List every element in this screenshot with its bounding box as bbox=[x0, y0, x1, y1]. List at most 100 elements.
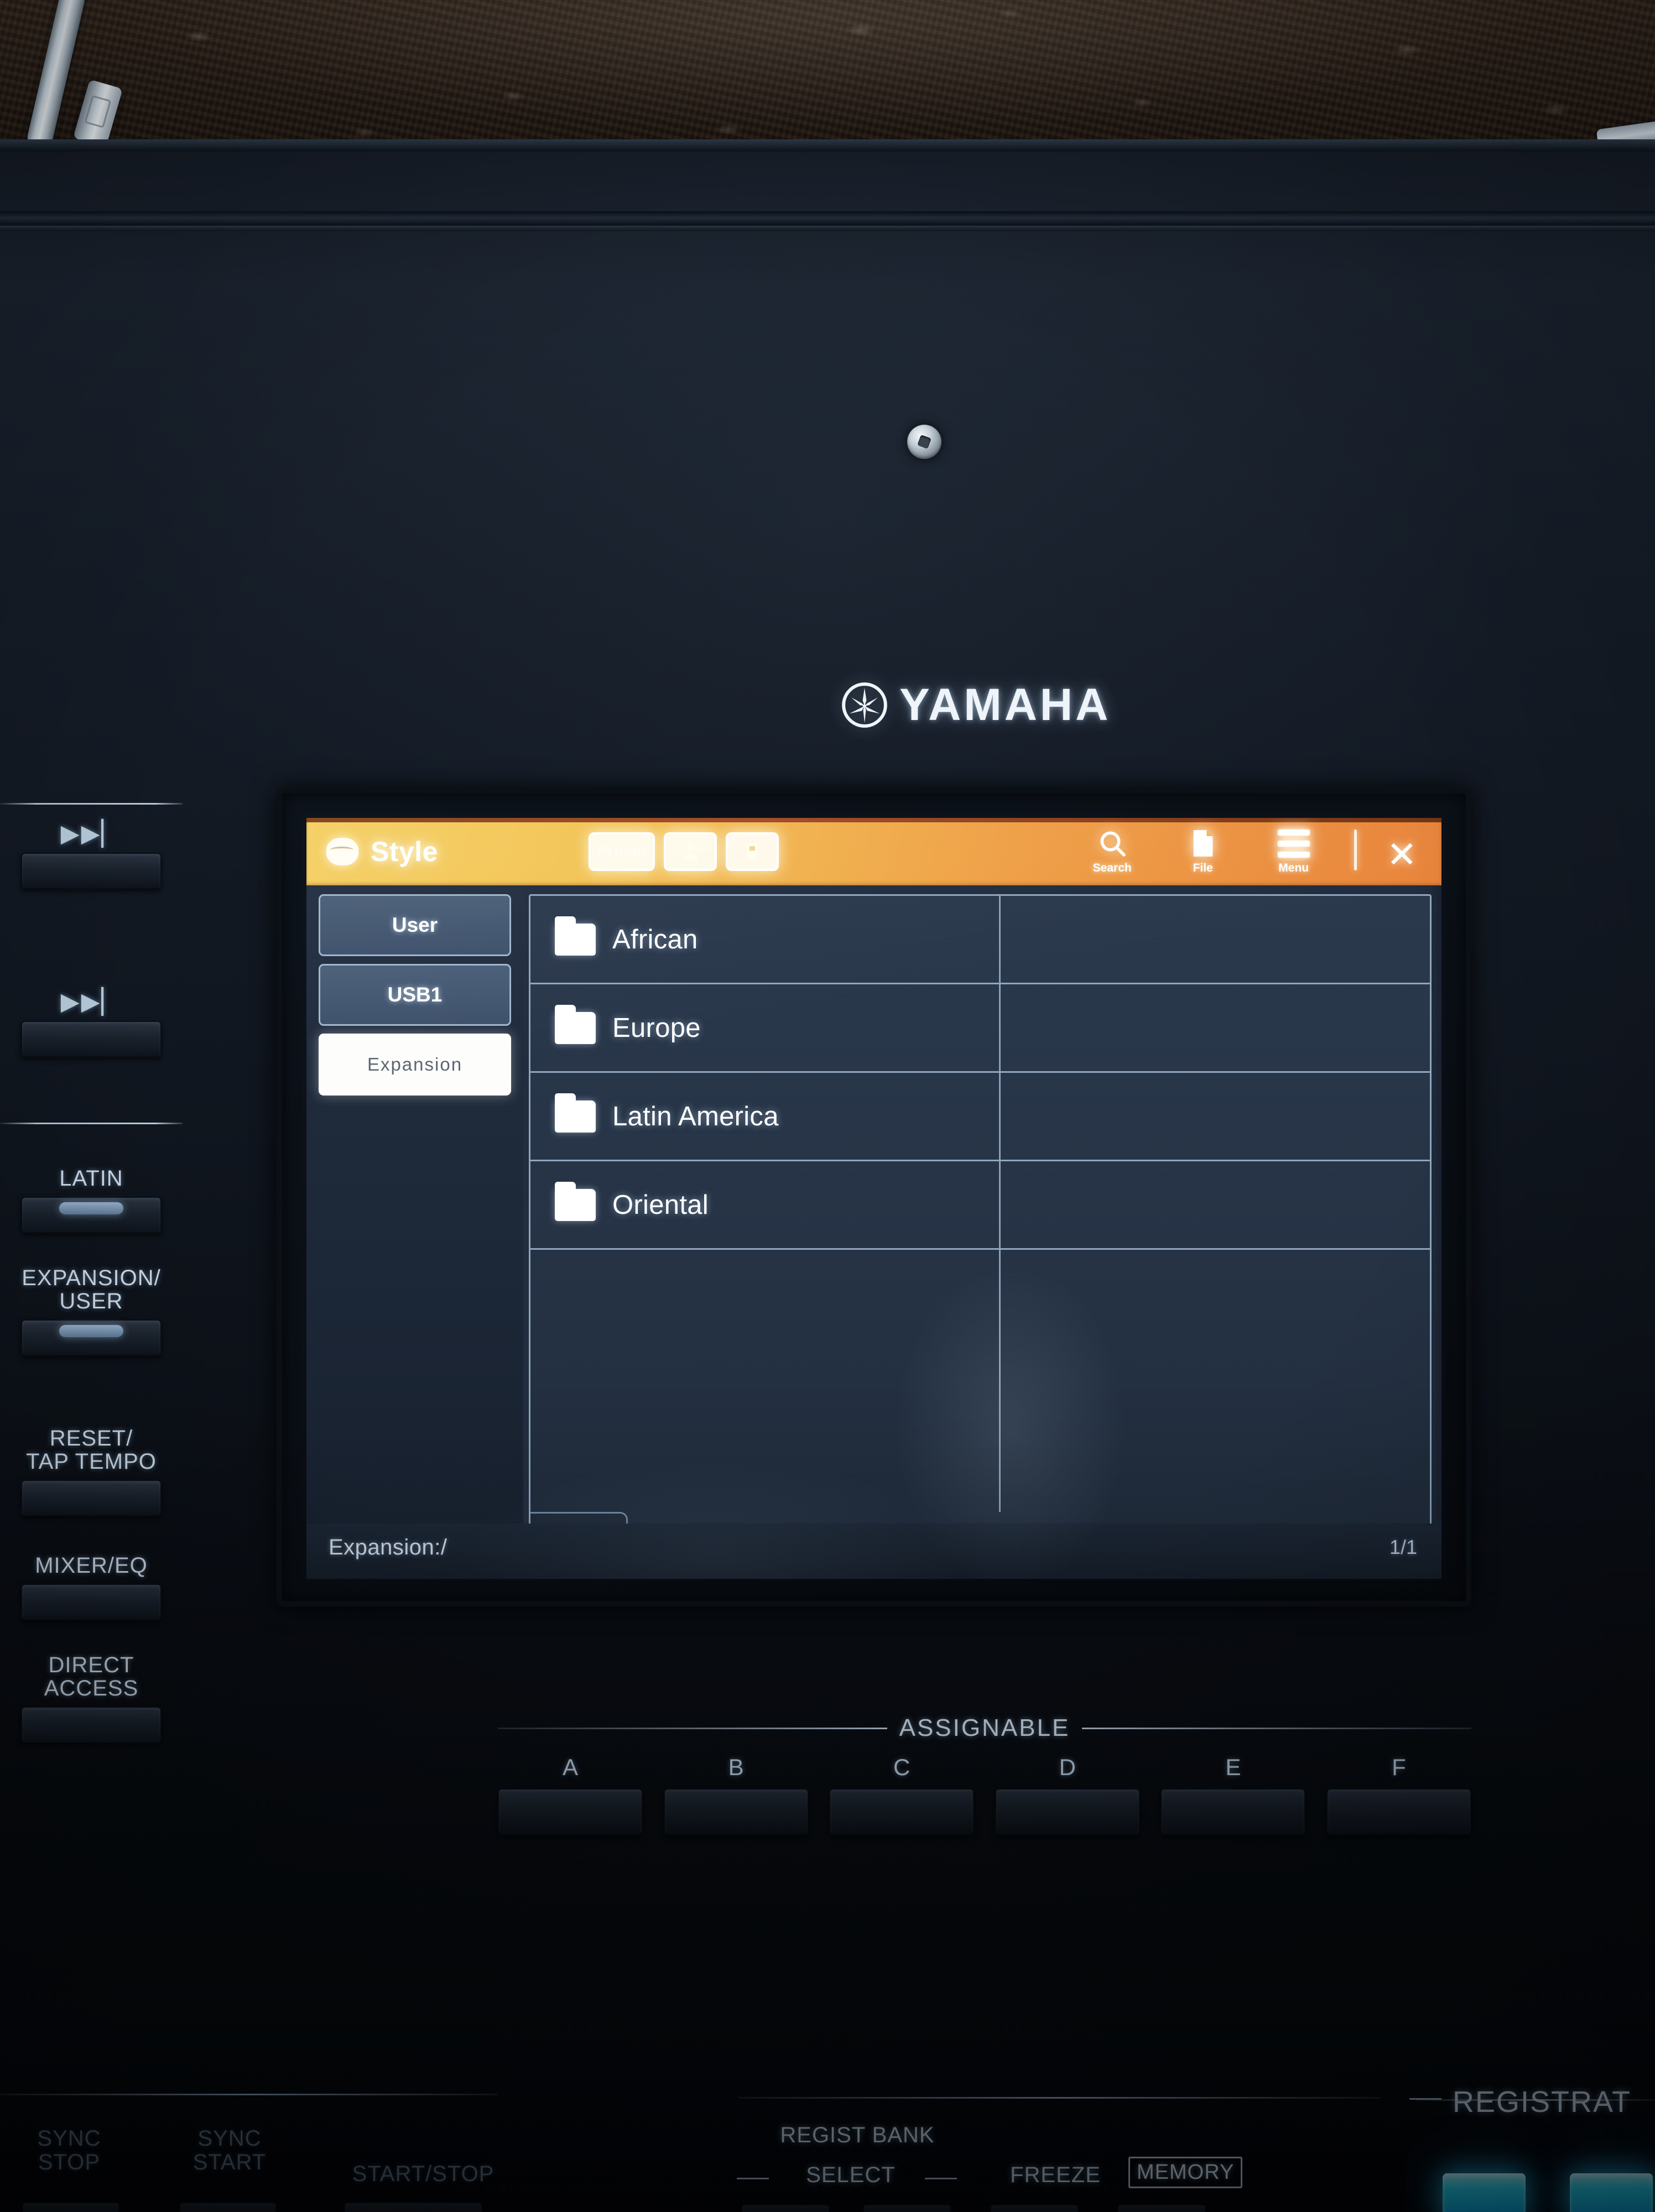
style-section-button-2[interactable]: ▶▶▏ bbox=[0, 990, 183, 1057]
usb-tab-icon bbox=[747, 843, 758, 860]
assignable-buttons: A B C D E F bbox=[498, 1754, 1471, 1835]
button-key[interactable] bbox=[21, 1480, 162, 1516]
select-label: SELECT bbox=[806, 2163, 896, 2187]
assignable-f-label: F bbox=[1392, 1754, 1406, 1780]
screen-header: Style Preset Search File Menu ✕ bbox=[306, 818, 1441, 885]
select-rule-left bbox=[737, 2178, 769, 2179]
assignable-f[interactable]: F bbox=[1326, 1754, 1471, 1835]
folder-icon bbox=[555, 1004, 596, 1044]
keyboard-lid-seam-lower bbox=[0, 226, 1655, 231]
folder-icon bbox=[555, 1093, 596, 1133]
expansion-user-label: EXPANSION/ USER bbox=[22, 1266, 161, 1313]
button-key[interactable] bbox=[663, 1788, 809, 1835]
yamaha-brand-text: YAMAHA bbox=[899, 680, 1111, 730]
keyboard-top-edge bbox=[0, 139, 1655, 152]
button-key[interactable] bbox=[1326, 1788, 1471, 1835]
table-row[interactable]: Europe bbox=[530, 984, 1430, 1073]
yamaha-logo: YAMAHA bbox=[841, 679, 1111, 731]
memory-button[interactable] bbox=[1117, 2204, 1206, 2212]
sidebar-item-expansion-label: Expansion bbox=[367, 1054, 463, 1074]
button-key[interactable] bbox=[829, 1788, 975, 1835]
reset-tap-tempo-button[interactable]: RESET/ TAP TEMPO bbox=[0, 1427, 183, 1516]
folder-name: Europe bbox=[612, 1013, 701, 1043]
select-rule-right bbox=[925, 2178, 957, 2179]
assignable-label: ASSIGNABLE bbox=[899, 1714, 1070, 1741]
sync-stop-button[interactable] bbox=[22, 2202, 119, 2212]
assignable-b[interactable]: B bbox=[663, 1754, 809, 1835]
registration-rule bbox=[1409, 2098, 1441, 2100]
registration-memory-button-2[interactable] bbox=[1570, 2173, 1653, 2212]
page-indicator: 1/1 bbox=[1389, 1536, 1417, 1558]
freeze-button[interactable] bbox=[990, 2204, 1079, 2212]
sidebar-item-usb1[interactable]: USB1 bbox=[319, 964, 511, 1026]
assignable-rule-left bbox=[498, 1727, 887, 1729]
button-key[interactable] bbox=[21, 1584, 162, 1620]
sidebar-item-expansion[interactable]: Expansion bbox=[319, 1034, 511, 1095]
button-key[interactable] bbox=[21, 1707, 162, 1743]
header-title-group: Style bbox=[306, 836, 566, 868]
sidebar-item-user[interactable]: User bbox=[319, 894, 511, 956]
regist-bank-select-prev-button[interactable] bbox=[741, 2204, 830, 2212]
close-button[interactable]: ✕ bbox=[1387, 836, 1417, 873]
sync-start-button[interactable] bbox=[179, 2202, 277, 2212]
registration-memory-button-1[interactable] bbox=[1443, 2173, 1526, 2212]
button-key[interactable] bbox=[498, 1788, 643, 1835]
search-button[interactable]: Search bbox=[1082, 826, 1143, 875]
assignable-a[interactable]: A bbox=[498, 1754, 643, 1835]
screen-body: User USB1 Expansion African Europe Latin… bbox=[306, 885, 1441, 1579]
table-row[interactable]: Latin America bbox=[530, 1073, 1430, 1161]
menu-button[interactable]: Menu bbox=[1263, 826, 1324, 875]
regist-bank-select-next-button[interactable] bbox=[863, 2204, 951, 2212]
table-row[interactable]: Oriental bbox=[530, 1161, 1430, 1250]
assignable-c[interactable]: C bbox=[829, 1754, 975, 1835]
table-row[interactable]: African bbox=[530, 896, 1430, 984]
lcd-bezel: Style Preset Search File Menu ✕ User USB… bbox=[277, 788, 1471, 1606]
user-tab-icon bbox=[682, 843, 699, 861]
style-section-button-1[interactable]: ▶▶▏ bbox=[0, 822, 183, 889]
assignable-a-label: A bbox=[562, 1754, 578, 1780]
sync-start-label: SYNC START bbox=[192, 2126, 267, 2175]
assignable-e[interactable]: E bbox=[1160, 1754, 1306, 1835]
menu-label: Menu bbox=[1278, 862, 1309, 874]
page-title: Style bbox=[371, 836, 439, 867]
button-key[interactable] bbox=[21, 1319, 162, 1356]
folder-name: Oriental bbox=[612, 1190, 709, 1220]
button-key[interactable] bbox=[995, 1788, 1140, 1835]
reset-tap-tempo-label: RESET/ TAP TEMPO bbox=[26, 1426, 157, 1474]
assignable-d-label: D bbox=[1059, 1754, 1076, 1780]
folder-icon bbox=[555, 1181, 596, 1221]
header-actions: Search File Menu ✕ bbox=[1082, 826, 1441, 877]
tab-preset[interactable]: Preset bbox=[589, 832, 655, 871]
direct-access-button[interactable]: DIRECT ACCESS bbox=[0, 1653, 183, 1743]
tab-user[interactable] bbox=[664, 832, 717, 871]
freeze-label: FREEZE bbox=[1010, 2163, 1101, 2187]
lower-panel-strip: SYNC STOP SYNC START START/STOP REGIST B… bbox=[0, 1991, 1655, 2212]
latin-button[interactable]: LATIN bbox=[0, 1167, 183, 1233]
keyboard-lid-seam bbox=[0, 211, 1655, 226]
button-key[interactable] bbox=[21, 1021, 162, 1057]
assignable-d[interactable]: D bbox=[995, 1754, 1140, 1835]
start-stop-button[interactable] bbox=[344, 2202, 482, 2212]
header-divider bbox=[1354, 830, 1357, 870]
mixer-eq-label: MIXER/EQ bbox=[35, 1553, 148, 1578]
direct-access-label: DIRECT ACCESS bbox=[44, 1653, 139, 1700]
registration-label: REGISTRAT bbox=[1453, 2085, 1632, 2119]
button-key[interactable] bbox=[21, 1197, 162, 1233]
assignable-header: ASSIGNABLE bbox=[498, 1714, 1471, 1742]
hamburger-menu-icon bbox=[1277, 826, 1310, 860]
expansion-user-button[interactable]: EXPANSION/ USER bbox=[0, 1266, 183, 1356]
button-key[interactable] bbox=[21, 853, 162, 889]
panel-divider-top bbox=[0, 803, 183, 805]
button-key[interactable] bbox=[1160, 1788, 1306, 1835]
current-path: Expansion:/ bbox=[329, 1535, 447, 1559]
file-button[interactable]: File bbox=[1173, 826, 1234, 875]
tab-usb[interactable] bbox=[726, 832, 779, 871]
style-category-icon bbox=[326, 838, 358, 865]
table-row-empty[interactable] bbox=[530, 1250, 1430, 1338]
fast-forward-icon: ▶▶▏ bbox=[60, 988, 122, 1015]
mixer-eq-button[interactable]: MIXER/EQ bbox=[0, 1554, 183, 1620]
search-label: Search bbox=[1092, 862, 1132, 874]
sidebar: User USB1 Expansion bbox=[306, 885, 523, 1579]
screen-footer: Expansion:/ 1/1 bbox=[306, 1524, 1441, 1579]
memory-label: MEMORY bbox=[1128, 2157, 1243, 2188]
